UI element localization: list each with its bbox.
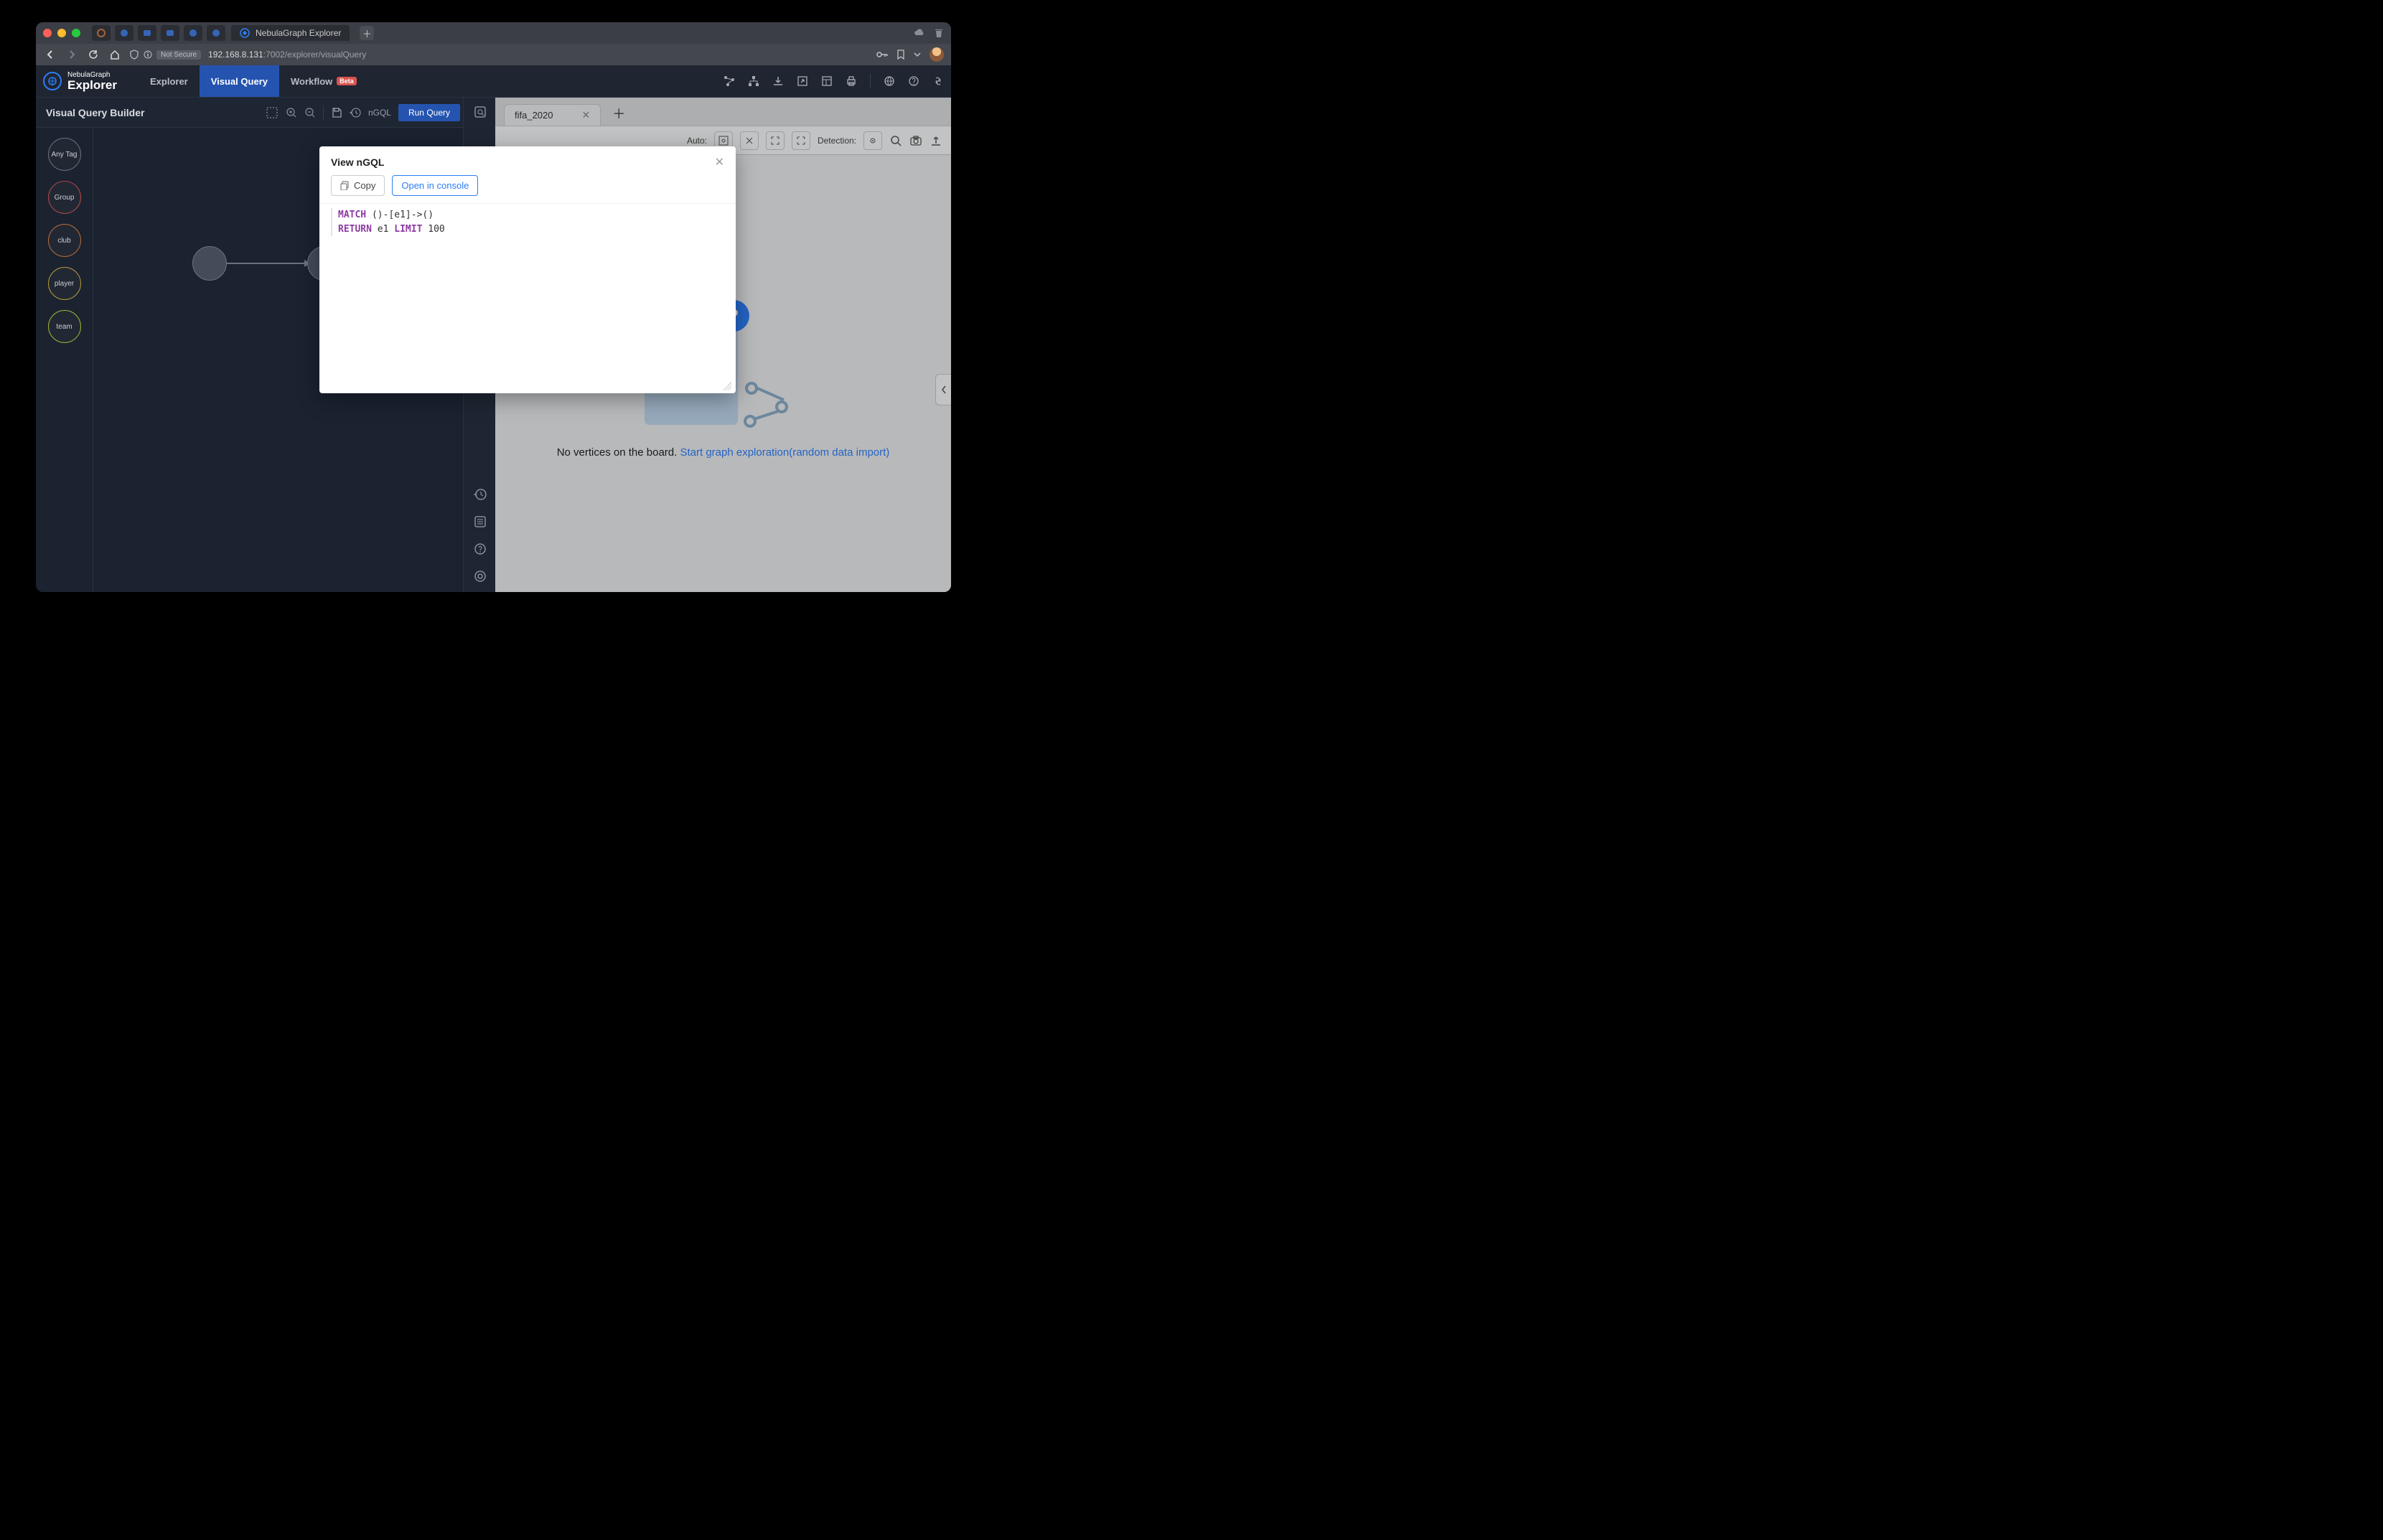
modal-title: View nGQL — [331, 156, 384, 168]
bookmark-icon[interactable] — [896, 50, 905, 60]
history-icon[interactable] — [473, 487, 487, 502]
inspect-icon[interactable] — [473, 105, 487, 119]
url-text[interactable]: 192.168.8.131:7002/explorer/visualQuery — [208, 50, 366, 60]
pinned-tab[interactable] — [115, 25, 134, 41]
trash-icon[interactable] — [934, 28, 944, 38]
site-icon — [240, 28, 250, 38]
list-icon[interactable] — [473, 515, 487, 529]
brand-bottom: Explorer — [67, 79, 117, 91]
tab-explorer[interactable]: Explorer — [139, 65, 200, 97]
tag-club[interactable]: club — [48, 224, 81, 257]
copy-button[interactable]: Copy — [331, 175, 385, 196]
reload-button[interactable] — [86, 50, 100, 60]
brand-logo-icon — [43, 72, 62, 90]
canvas-node-source[interactable] — [192, 246, 227, 281]
copy-icon — [340, 181, 350, 190]
zoom-in-icon[interactable] — [286, 107, 297, 118]
tag-any[interactable]: Any Tag — [48, 138, 81, 171]
tree-icon[interactable] — [748, 75, 759, 87]
tag-player[interactable]: player — [48, 267, 81, 300]
help-icon[interactable] — [908, 75, 919, 87]
cloud-icon — [914, 29, 925, 37]
browser-tab-title: NebulaGraph Explorer — [256, 28, 341, 38]
shield-icon — [129, 50, 139, 60]
tag-team[interactable]: team — [48, 310, 81, 343]
tag-palette: Any Tag Group club player team — [36, 128, 93, 592]
export-icon[interactable] — [797, 75, 808, 87]
browser-window: NebulaGraph Explorer ＋ Not Secure 192.16… — [36, 22, 951, 592]
traffic-lights — [43, 29, 80, 37]
pinned-tab[interactable] — [184, 25, 202, 41]
download-icon[interactable] — [772, 75, 784, 87]
ngql-code[interactable]: MATCH ()-[e1]->() RETURN e1 LIMIT 100 — [319, 203, 736, 393]
pinned-tab[interactable] — [138, 25, 156, 41]
globe-icon[interactable] — [884, 75, 895, 87]
view-ngql-modal: View nGQL ✕ Copy Open in console MATCH (… — [319, 146, 736, 393]
brand-top: NebulaGraph — [67, 72, 117, 79]
run-query-button[interactable]: Run Query — [398, 104, 460, 121]
chevron-down-icon[interactable] — [914, 51, 921, 58]
save-icon[interactable] — [331, 107, 342, 118]
header-actions — [724, 74, 944, 88]
tag-group[interactable]: Group — [48, 181, 81, 214]
nav-tabs: Explorer Visual Query Workflow Beta — [139, 65, 368, 97]
builder-title: Visual Query Builder — [46, 107, 144, 118]
resize-handle[interactable] — [723, 382, 731, 390]
builder-header: Visual Query Builder nGQL Run Query — [36, 98, 495, 128]
tab-workflow[interactable]: Workflow Beta — [279, 65, 368, 97]
window-titlebar: NebulaGraph Explorer ＋ — [36, 22, 951, 44]
close-window-button[interactable] — [43, 29, 52, 37]
not-secure-label: Not Secure — [156, 50, 201, 60]
ngql-label[interactable]: nGQL — [368, 108, 391, 118]
canvas-edge[interactable] — [227, 263, 307, 264]
active-browser-tab[interactable]: NebulaGraph Explorer — [231, 25, 350, 41]
zoom-window-button[interactable] — [72, 29, 80, 37]
record-icon[interactable] — [473, 569, 487, 583]
info-icon — [144, 50, 152, 59]
profile-avatar[interactable] — [930, 47, 944, 62]
app-header: NebulaGraph Explorer Explorer Visual Que… — [36, 65, 951, 98]
selection-icon[interactable] — [266, 106, 278, 119]
pinned-tabs — [92, 25, 225, 41]
zoom-out-icon[interactable] — [304, 107, 316, 118]
link-icon[interactable] — [932, 75, 944, 87]
new-tab-button[interactable]: ＋ — [360, 26, 374, 40]
graph-icon[interactable] — [724, 75, 735, 87]
beta-badge: Beta — [337, 77, 357, 85]
brand[interactable]: NebulaGraph Explorer — [43, 72, 117, 91]
minimize-window-button[interactable] — [57, 29, 66, 37]
history-icon[interactable] — [350, 107, 361, 118]
security-chip[interactable]: Not Secure — [129, 50, 201, 60]
pinned-tab[interactable] — [161, 25, 179, 41]
layout-icon[interactable] — [821, 75, 833, 87]
help-icon[interactable] — [473, 542, 487, 556]
pinned-tab[interactable] — [207, 25, 225, 41]
home-button[interactable] — [108, 50, 122, 60]
pinned-tab[interactable] — [92, 25, 111, 41]
url-bar: Not Secure 192.168.8.131:7002/explorer/v… — [36, 44, 951, 65]
back-button[interactable] — [43, 50, 57, 59]
open-in-console-button[interactable]: Open in console — [392, 175, 478, 196]
print-icon[interactable] — [846, 75, 857, 87]
tab-visual-query[interactable]: Visual Query — [200, 65, 279, 97]
forward-button[interactable] — [65, 50, 79, 59]
key-icon[interactable] — [876, 50, 888, 59]
modal-close-button[interactable]: ✕ — [715, 155, 724, 169]
